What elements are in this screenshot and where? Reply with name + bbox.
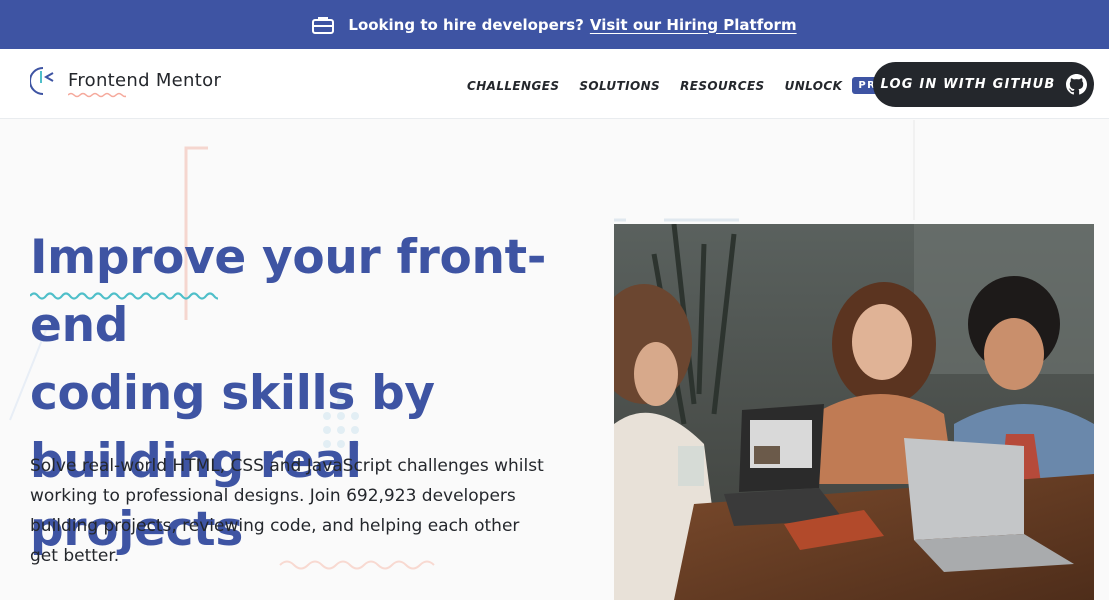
hiring-banner: Looking to hire developers? Visit our Hi… [0,0,1109,49]
main-nav: Frontend Mentor CHALLENGES SOLUTIONS RES… [0,49,1109,119]
nav-menu: CHALLENGES SOLUTIONS RESOURCES UNLOCK PR… [467,77,893,94]
hero-photo-illustration [614,224,1094,600]
logo-mark-icon [30,67,54,95]
github-icon [1065,74,1087,95]
nav-item-challenges[interactable]: CHALLENGES [467,79,559,93]
login-github-label: LOG IN WITH GITHUB [880,77,1056,92]
nav-item-solutions[interactable]: SOLUTIONS [579,79,660,93]
login-github-button[interactable]: LOG IN WITH GITHUB [873,62,1094,107]
briefcase-icon [312,16,335,34]
hero-photo [614,224,1094,600]
logo-text: Frontend Mentor [68,69,222,97]
logo-label: Frontend Mentor [68,69,222,91]
background-decoration-right [614,120,915,222]
headline-underline-wave [30,292,218,300]
logo[interactable]: Frontend Mentor [30,65,222,97]
hiring-platform-link[interactable]: Visit our Hiring Platform [590,16,797,34]
nav-item-unlock[interactable]: UNLOCK [785,79,843,93]
logo-squiggle-decoration [68,92,126,97]
nav-item-resources[interactable]: RESOURCES [680,79,765,93]
banner-text: Looking to hire developers? [348,15,584,34]
headline-line-2: coding skills by [30,366,435,421]
hero-description: Solve real-world HTML, CSS and JavaScrip… [30,456,544,566]
